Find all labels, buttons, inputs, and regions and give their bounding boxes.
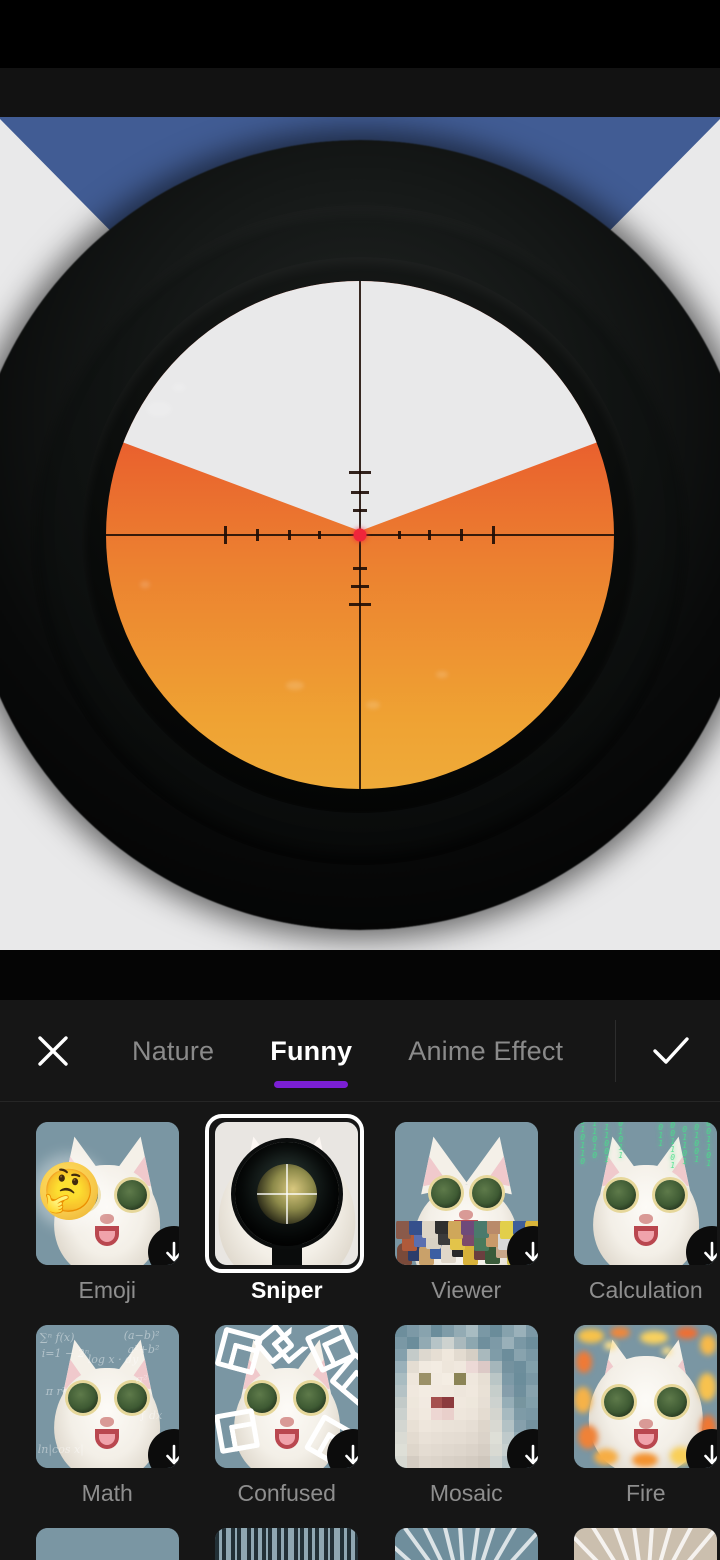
tab-nature[interactable]: Nature xyxy=(104,1000,242,1102)
effect-item-partial-3[interactable] xyxy=(392,1528,541,1560)
scope-reticle xyxy=(106,281,614,789)
download-arrow-icon xyxy=(165,1241,179,1262)
effect-thumbnail[interactable] xyxy=(394,1325,538,1468)
effect-thumbnail[interactable] xyxy=(574,1325,718,1468)
effect-row: 🤔 Emoji Sniper Viewer 1 0 1 1 0 1 1 0 1 … xyxy=(0,1114,720,1325)
effect-item-emoji[interactable]: 🤔 Emoji xyxy=(33,1122,182,1325)
effect-thumbnail[interactable]: 0 1 0 1 1 0 1 0 1 1 0 1 0 1 1 0 0 1 0 1 … xyxy=(574,1122,718,1265)
effect-tabbar: Nature Funny Anime Effect xyxy=(0,1000,720,1102)
tab-anime-effect[interactable]: Anime Effect xyxy=(380,1000,591,1102)
download-arrow-icon xyxy=(704,1444,718,1465)
effect-thumbnail[interactable]: 🤔 xyxy=(35,1122,179,1265)
effect-label: Calculation xyxy=(588,1277,703,1303)
effect-thumbnail[interactable] xyxy=(394,1528,538,1560)
tabbar-separator xyxy=(0,1101,720,1102)
top-spacer-bar xyxy=(0,68,720,117)
effect-item-confused[interactable]: Confused xyxy=(213,1325,362,1528)
app-root: Nature Funny Anime Effect 🤔 Emoji Sniper… xyxy=(0,0,720,1560)
effect-thumbnail[interactable] xyxy=(574,1528,718,1560)
effect-item-math[interactable]: ∑ⁿ f(x) i=1 − 2ⁿ (a−b)² a²+b² log x · dy… xyxy=(33,1325,182,1528)
effect-item-partial-1[interactable] xyxy=(33,1528,182,1560)
download-arrow-icon xyxy=(524,1444,538,1465)
download-arrow-icon xyxy=(704,1241,718,1262)
effect-thumbnail[interactable] xyxy=(215,1325,359,1468)
scope-overlay-icon xyxy=(234,1141,339,1246)
tab-label: Nature xyxy=(132,1035,215,1066)
effect-row: ∑ⁿ f(x) i=1 − 2ⁿ (a−b)² a²+b² log x · dy… xyxy=(0,1325,720,1528)
effect-label: Confused xyxy=(237,1480,336,1506)
effect-item-partial-4[interactable] xyxy=(572,1528,720,1560)
preview-bottom-letterbox xyxy=(0,950,720,1000)
effect-item-sniper[interactable]: Sniper xyxy=(204,1114,364,1325)
tab-funny[interactable]: Funny xyxy=(242,1000,380,1102)
thinking-face-icon: 🤔 xyxy=(39,1162,98,1220)
effect-item-viewer[interactable]: Viewer xyxy=(392,1122,541,1325)
effect-label: Emoji xyxy=(78,1277,136,1303)
sniper-scope xyxy=(0,140,720,930)
effect-item-mosaic[interactable]: Mosaic xyxy=(392,1325,541,1528)
reticle-center-dot xyxy=(353,528,367,542)
effect-thumbnail[interactable] xyxy=(394,1122,538,1265)
effect-thumbnail[interactable] xyxy=(35,1528,179,1560)
effect-preview[interactable] xyxy=(0,117,720,950)
effect-grid[interactable]: 🤔 Emoji Sniper Viewer 1 0 1 1 0 1 1 0 1 … xyxy=(0,1103,720,1560)
status-bar xyxy=(0,0,720,68)
effect-item-fire[interactable]: Fire xyxy=(572,1325,720,1528)
effect-label: Sniper xyxy=(250,1277,323,1303)
close-button[interactable] xyxy=(30,1028,76,1074)
tab-label: Funny xyxy=(270,1035,353,1066)
tab-list: Nature Funny Anime Effect xyxy=(104,1000,610,1102)
effect-label: Mosaic xyxy=(429,1480,503,1506)
download-arrow-icon xyxy=(165,1444,179,1465)
download-arrow-icon xyxy=(524,1241,538,1262)
effect-item-partial-2[interactable] xyxy=(213,1528,362,1560)
effect-label: Math xyxy=(81,1480,133,1506)
tab-label: Anime Effect xyxy=(408,1035,564,1066)
effect-thumbnail[interactable] xyxy=(215,1528,359,1560)
download-arrow-icon xyxy=(345,1444,359,1465)
confirm-button[interactable] xyxy=(648,1028,694,1074)
effect-thumbnail[interactable] xyxy=(215,1122,359,1265)
effect-panel: Nature Funny Anime Effect 🤔 Emoji Sniper… xyxy=(0,1000,720,1560)
effect-item-calculation[interactable]: 0 1 0 1 1 0 1 0 1 1 0 1 0 1 1 0 0 1 0 1 … xyxy=(572,1122,720,1325)
effect-thumbnail[interactable]: ∑ⁿ f(x) i=1 − 2ⁿ (a−b)² a²+b² log x · dy… xyxy=(35,1325,179,1468)
effect-row-partial xyxy=(0,1528,720,1560)
effect-label: Fire xyxy=(625,1480,666,1506)
effect-label: Viewer xyxy=(431,1277,502,1303)
check-icon xyxy=(653,1037,689,1064)
scope-lens xyxy=(106,281,614,789)
close-icon xyxy=(38,1036,68,1066)
toolbar-divider xyxy=(615,1020,616,1082)
